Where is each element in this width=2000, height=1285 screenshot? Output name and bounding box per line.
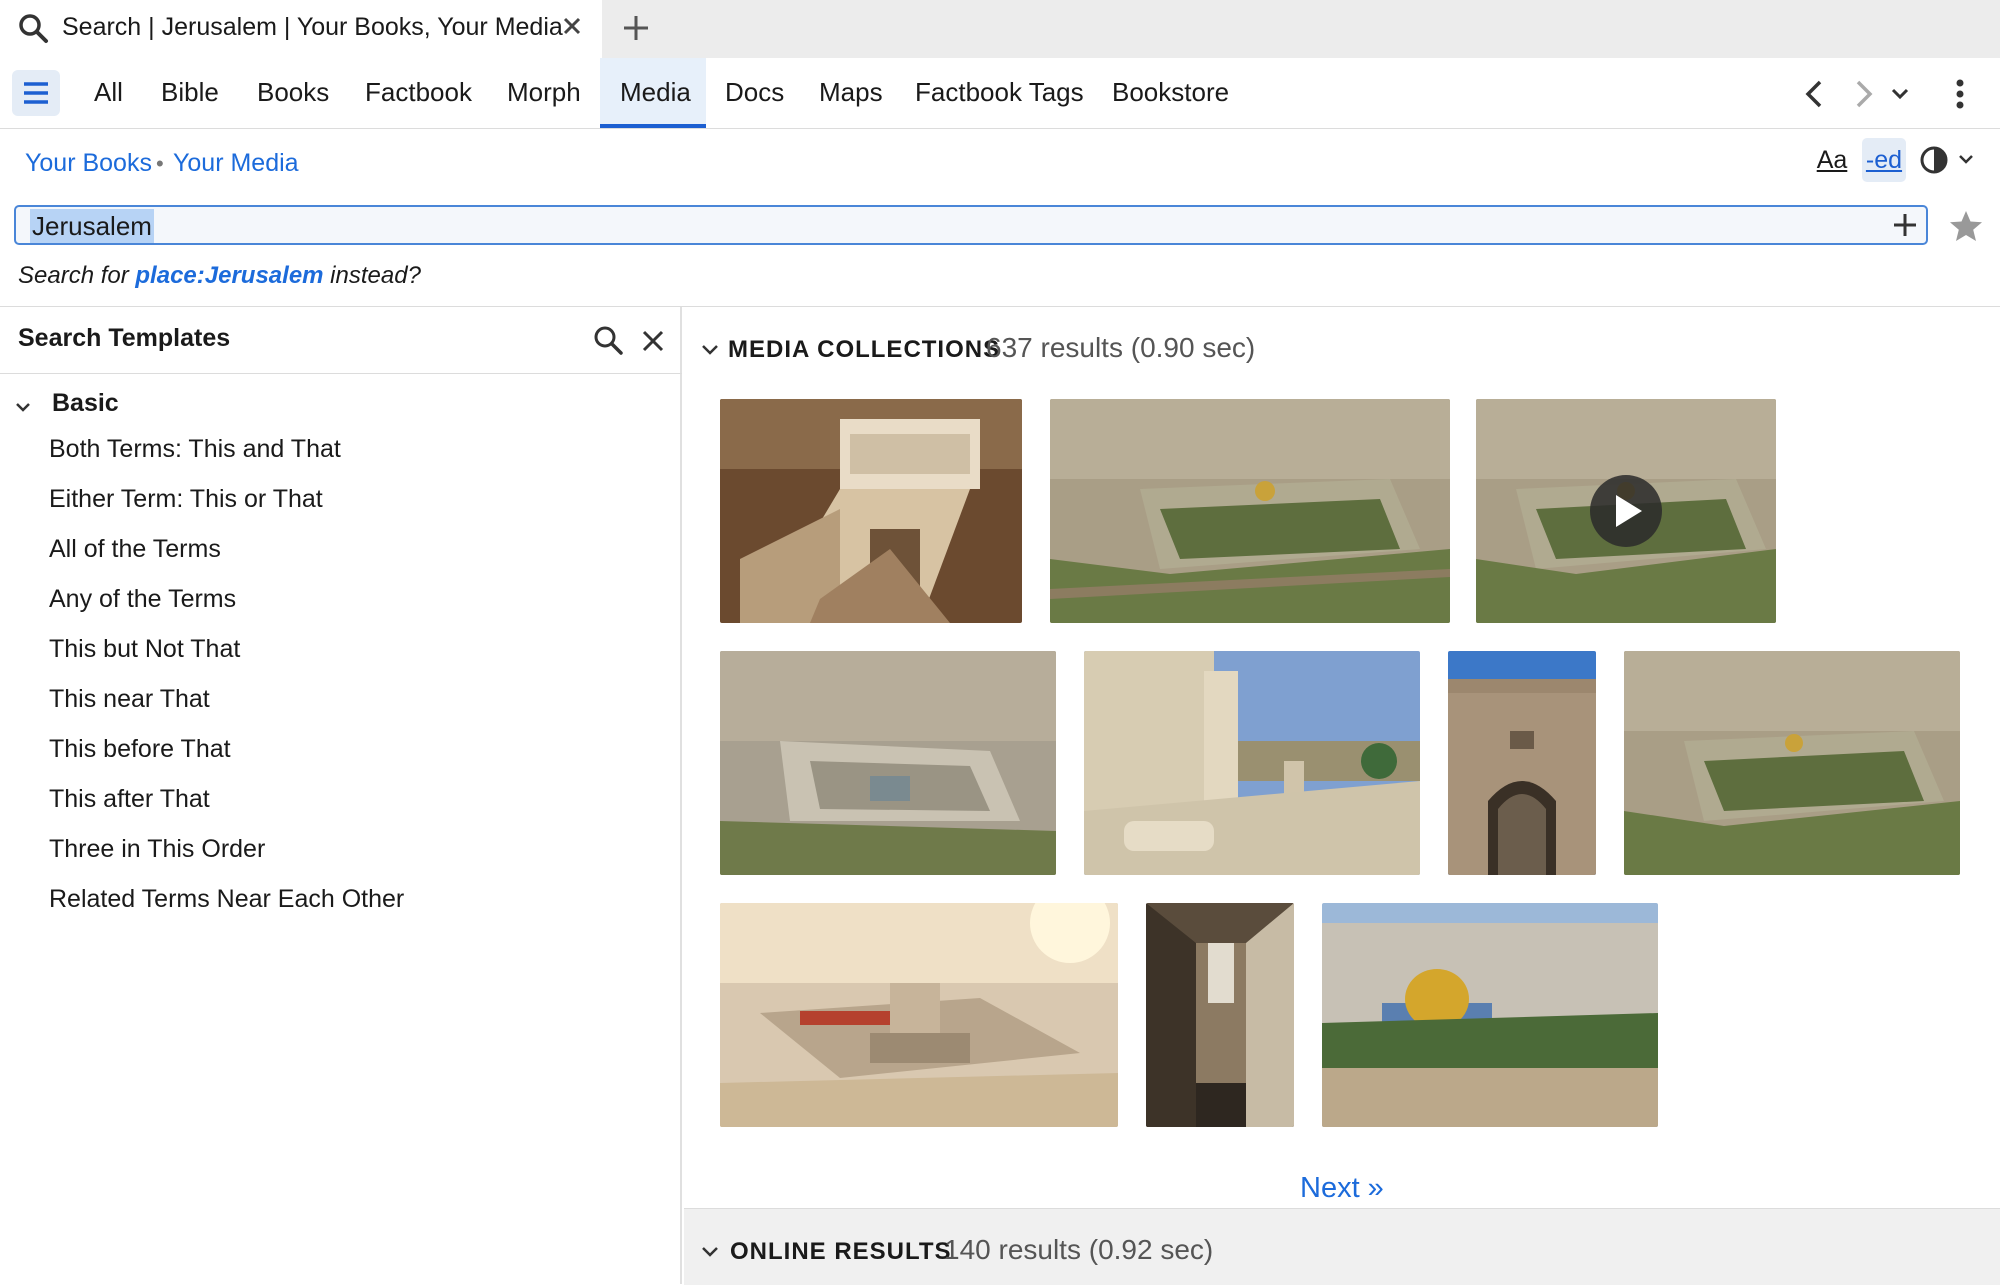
online-results-count: 140 results (0.92 sec) [944, 1234, 1214, 1265]
media-thumbnail-columns[interactable] [1084, 651, 1420, 875]
tab-bookstore[interactable]: Bookstore [1092, 58, 1249, 128]
template-group-basic[interactable]: Basic [52, 389, 119, 418]
suggestion-suffix: instead? [330, 262, 421, 289]
forward-icon[interactable] [1842, 74, 1882, 114]
template-item[interactable]: This near That [49, 685, 210, 714]
tab-bible[interactable]: Bible [141, 58, 239, 128]
add-term-icon[interactable] [1890, 210, 1920, 240]
breadcrumb-separator: • [156, 151, 164, 176]
tab-all[interactable]: All [74, 58, 143, 128]
template-item[interactable]: This but Not That [49, 635, 240, 664]
online-results-heading: ONLINE RESULTS [730, 1238, 952, 1265]
menu-button[interactable] [12, 70, 60, 116]
more-options-icon[interactable] [1940, 74, 1980, 114]
suggestion-link[interactable]: place:Jerusalem [135, 262, 323, 289]
tab-docs[interactable]: Docs [705, 58, 804, 128]
template-item[interactable]: This after That [49, 785, 210, 814]
temple-mount-aerial-image [1050, 399, 1450, 623]
breadcrumb-your-books[interactable]: Your Books [25, 149, 152, 178]
template-item[interactable]: Either Term: This or That [49, 485, 323, 514]
media-thumbnail-herodian-temple[interactable] [720, 651, 1056, 875]
search-icon [19, 14, 48, 43]
media-thumbnail-dome-of-the-rock[interactable] [1322, 903, 1658, 1127]
template-item[interactable]: All of the Terms [49, 535, 221, 564]
template-item[interactable]: Related Terms Near Each Other [49, 885, 404, 914]
breadcrumb-your-media[interactable]: Your Media [173, 149, 299, 178]
search-suggestion: Search for place:Jerusalem instead? [18, 262, 421, 290]
temple-mount-wide-image [1624, 651, 1960, 875]
next-page-link[interactable]: Next » [1300, 1172, 1384, 1205]
panel-title: Search Templates [18, 324, 231, 352]
media-thumbnail-temple-mount-video[interactable] [1476, 399, 1776, 623]
narrow-alley-image [1146, 903, 1294, 1127]
media-collections-heading: MEDIA COLLECTIONS [728, 336, 1001, 363]
lemma-toggle-button[interactable]: -ed [1862, 138, 1906, 182]
temple-mount-video-image [1476, 399, 1776, 623]
media-results-count: 637 results (0.90 sec) [986, 332, 1256, 363]
tab-media[interactable]: Media [600, 58, 706, 128]
chevron-down-icon[interactable] [700, 1242, 720, 1262]
favorite-star-icon[interactable] [1948, 208, 1984, 244]
tab-factbook[interactable]: Factbook [345, 58, 492, 128]
template-item[interactable]: Both Terms: This and That [49, 435, 341, 464]
media-thumbnail-temple-sunset[interactable] [720, 903, 1118, 1127]
template-item[interactable]: This before That [49, 735, 231, 764]
ancient-columns-image [1084, 651, 1420, 875]
media-thumbnail-alley[interactable] [1146, 903, 1294, 1127]
new-tab-icon[interactable] [618, 10, 654, 46]
chevron-down-icon[interactable] [14, 398, 32, 416]
visual-filter-icon[interactable] [1918, 142, 1978, 178]
history-chevron-down-icon[interactable] [1880, 74, 1920, 114]
chevron-down-icon[interactable] [700, 340, 720, 360]
suggestion-prefix: Search for [18, 262, 129, 289]
close-tab-icon[interactable] [558, 12, 586, 40]
tab-title: Search | Jerusalem | Your Books, Your Me… [62, 13, 563, 41]
tab-books[interactable]: Books [237, 58, 349, 128]
tab-maps[interactable]: Maps [799, 58, 903, 128]
divider [0, 373, 682, 374]
herodian-temple-image [720, 651, 1056, 875]
media-thumbnail-temple-mount-wide[interactable] [1624, 651, 1960, 875]
temple-stairs-image [720, 399, 1022, 623]
hamburger-icon [24, 82, 48, 104]
search-icon[interactable] [592, 324, 624, 356]
dome-of-the-rock-image [1322, 903, 1658, 1127]
media-thumbnail-temple-mount-aerial[interactable] [1050, 399, 1450, 623]
template-item[interactable]: Three in This Order [49, 835, 265, 864]
template-item[interactable]: Any of the Terms [49, 585, 236, 614]
search-input[interactable] [14, 205, 1928, 245]
city-gate-image [1448, 651, 1596, 875]
search-query-text: Jerusalem [30, 209, 154, 243]
font-size-button[interactable]: Aa [1810, 138, 1854, 182]
media-thumbnail-temple-stairs[interactable] [720, 399, 1022, 623]
close-icon[interactable] [638, 326, 668, 356]
back-icon[interactable] [1796, 74, 1836, 114]
temple-reconstruction-image [720, 903, 1118, 1127]
tab-factbook-tags[interactable]: Factbook Tags [895, 58, 1104, 128]
document-tab[interactable]: Search | Jerusalem | Your Books, Your Me… [0, 0, 602, 58]
media-thumbnail-city-gate[interactable] [1448, 651, 1596, 875]
tab-morph[interactable]: Morph [487, 58, 601, 128]
